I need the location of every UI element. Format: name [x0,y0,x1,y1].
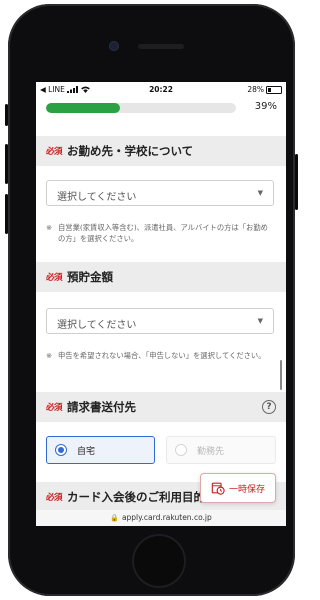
progress-bar [46,103,236,113]
progress-fill [46,103,121,113]
radio-option-workplace[interactable]: 勤務先 [166,436,276,464]
workplace-select[interactable]: 選択してください ▼ [46,180,274,206]
workplace-note-text: 自営業(家賃収入等含む)、派遣社員、アルバイトの方は「お勤めの方」を選択ください… [58,223,268,243]
chevron-down-icon: ▼ [257,317,263,325]
radio-label-workplace: 勤務先 [197,446,225,457]
note-mark: ※ [46,351,53,360]
section-header-savings: 必須 預貯金額 [36,262,286,292]
section-title-workplace: お勤め先・学校について [67,144,194,158]
front-camera [110,42,118,50]
savings-select-value: 選択してください [57,320,137,331]
savings-select[interactable]: 選択してください ▼ [46,308,274,334]
savings-note: ※ 申告を希望されない場合、「申告しない」を選択してください。 [46,350,274,361]
lock-icon: 🔒 [110,514,119,522]
chevron-down-icon: ▼ [257,189,263,197]
radio-unselected-icon [175,444,187,456]
section-header-workplace: 必須 お勤め先・学校について [36,136,286,166]
url-text: apply.card.rakuten.co.jp [121,513,212,522]
section-title-savings: 預貯金額 [67,270,114,284]
note-mark: ※ [46,223,53,232]
volume-down-button [5,194,8,234]
workplace-select-value: 選択してください [57,192,137,203]
scrollbar[interactable] [279,360,282,390]
radio-option-home[interactable]: 自宅 [46,436,155,464]
progress-row: 39% [36,98,286,128]
volume-up-button [5,144,8,184]
earpiece-speaker [138,44,184,49]
phone-frame: ◀ LINE 20:22 28% 39% 必須 お勤め先・学校について 選択して… [5,4,298,596]
radio-label-home: 自宅 [77,446,96,457]
radio-selected-icon [55,444,67,456]
required-badge: 必須 [46,147,63,157]
power-button [295,154,298,210]
savings-note-text: 申告を希望されない場合、「申告しない」を選択してください。 [58,351,266,360]
home-button[interactable] [132,534,186,588]
required-badge: 必須 [46,493,63,503]
status-right: 28% [247,85,282,94]
temporary-save-label: 一時保存 [228,484,265,495]
workplace-note: ※ 自営業(家賃収入等含む)、派遣社員、アルバイトの方は「お勤めの方」を選択くだ… [46,222,274,244]
url-bar[interactable]: 🔒 apply.card.rakuten.co.jp [36,510,286,526]
required-badge: 必須 [46,403,63,413]
phone-screen: ◀ LINE 20:22 28% 39% 必須 お勤め先・学校について 選択して… [36,82,286,526]
status-bar: ◀ LINE 20:22 28% [36,82,286,98]
required-badge: 必須 [46,273,63,283]
mute-switch [5,104,8,126]
question-circle-icon[interactable]: ? [262,400,276,414]
section-title-billing: 請求書送付先 [67,400,137,414]
section-header-billing: 必須 請求書送付先 ? [36,392,286,422]
temporary-save-button[interactable]: 一時保存 [200,473,276,503]
save-clock-icon [211,482,225,495]
battery-icon [266,85,282,94]
battery-percent: 28% [247,85,264,94]
progress-percent: 39% [254,101,277,112]
